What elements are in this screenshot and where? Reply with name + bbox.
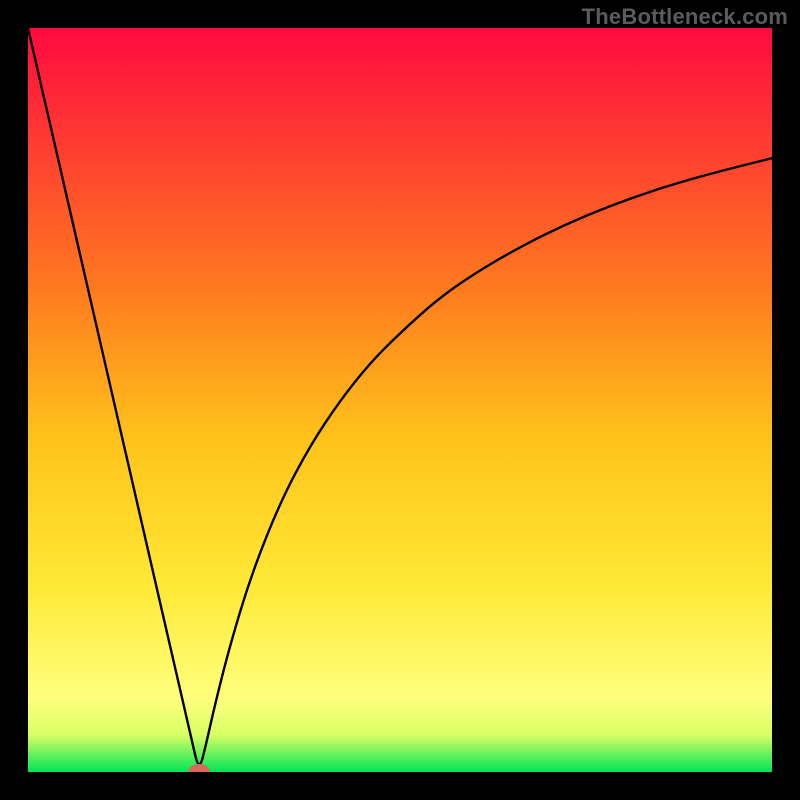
plot-area	[28, 28, 772, 772]
chart-frame: TheBottleneck.com	[0, 0, 800, 800]
gradient-background	[28, 28, 772, 772]
chart-svg	[28, 28, 772, 772]
watermark-text: TheBottleneck.com	[582, 4, 788, 30]
